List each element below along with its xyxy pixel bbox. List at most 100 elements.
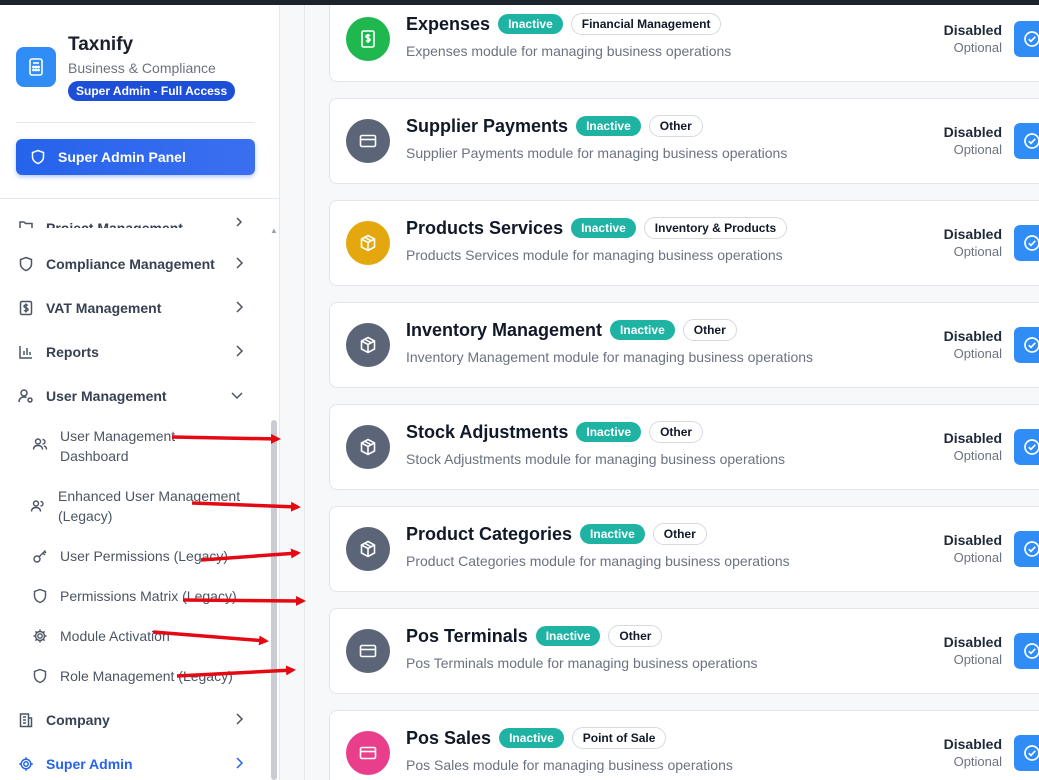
module-description: Inventory Management module for managing… [406,349,814,365]
status-text: Disabled [943,124,1002,140]
enable-module-button[interactable] [1014,633,1039,669]
module-status: Disabled Optional [920,123,1002,159]
key-icon [32,548,48,564]
status-badge: Inactive [610,320,675,340]
module-description: Pos Terminals module for managing busine… [406,655,758,671]
module-description: Expenses module for managing business op… [406,43,732,59]
sidebar-subitem-module-activation[interactable]: Module Activation [0,626,268,646]
enable-module-button[interactable] [1014,225,1039,261]
module-title: Supplier Payments [406,115,569,136]
sidebar-item-compliance-management[interactable]: Compliance Management [0,244,268,284]
status-text: Disabled [943,328,1002,344]
package-icon [346,425,390,469]
status-badge: Inactive [576,116,641,136]
requirement-text: Optional [953,550,1002,565]
enable-module-button[interactable] [1014,21,1039,57]
chevron-right-icon [234,344,244,361]
sidebar-scrollbar[interactable] [271,420,277,780]
dollar-icon [18,300,34,316]
module-description: Supplier Payments module for managing bu… [406,145,788,161]
status-text: Disabled [943,22,1002,38]
sidebar-item-reports[interactable]: Reports [0,332,268,372]
sidebar-subitem-label: User Management Dashboard [60,428,176,464]
module-card: Expenses Inactive Financial Management Expe… [329,0,1039,82]
check-circle-icon [1024,133,1039,149]
super-admin-panel-button[interactable]: Super Admin Panel [16,139,255,175]
enable-module-button[interactable] [1014,531,1039,567]
enable-module-button[interactable] [1014,327,1039,363]
sidebar-item-project-management[interactable]: Project Management [0,200,268,228]
requirement-text: Optional [953,40,1002,55]
status-badge: Inactive [576,422,642,442]
sidebar-subitem-role-management[interactable]: Role Management (Legacy) [0,666,268,686]
sidebar-item-super-admin[interactable]: Super Admin [0,744,268,780]
module-status: Disabled Optional [920,633,1002,669]
sidebar-item-company[interactable]: Company [0,700,268,740]
check-circle-icon [1024,337,1039,353]
requirement-text: Optional [953,244,1002,259]
module-card: Pos Sales Inactive Point of Sale Pos Sales … [329,710,1039,780]
enable-module-button[interactable] [1014,123,1039,159]
module-status: Disabled Optional [920,225,1002,261]
requirement-text: Optional [953,142,1002,157]
requirement-text: Optional [953,652,1002,667]
enable-module-button[interactable] [1014,429,1039,465]
sidebar-subitem-permissions-matrix[interactable]: Permissions Matrix (Legacy) [0,586,268,606]
module-status: Disabled Optional [920,735,1002,771]
chevron-right-icon [234,214,244,228]
module-card: Pos Terminals Inactive Other Pos Terminals … [329,608,1039,694]
gear-icon [32,628,48,644]
users-icon [30,498,46,514]
check-circle-icon [1024,541,1039,557]
credit-card-icon [346,731,390,775]
top-bar [0,0,1039,5]
sidebar-item-label: Project Management [46,220,183,228]
sidebar-item-label: VAT Management [46,300,162,316]
status-text: Disabled [943,226,1002,242]
sidebar-subitem-label: Role Management (Legacy) [60,668,233,684]
sidebar-subitem-enhanced-user-management[interactable]: Enhanced User Management (Legacy) [0,486,268,526]
module-title: Expenses [406,13,491,34]
gear-icon [18,756,34,772]
building-icon [18,712,34,728]
module-title: Inventory Management [406,319,603,340]
status-text: Disabled [943,634,1002,650]
sidebar-item-label: Compliance Management [46,256,215,272]
sidebar-subitem-label: Permissions Matrix (Legacy) [60,588,237,604]
sidebar-item-label: Reports [46,344,99,360]
module-description: Product Categories module for managing b… [406,553,790,569]
module-title: Stock Adjustments [406,421,569,442]
status-badge: Inactive [498,14,563,34]
chevron-right-icon [234,712,244,729]
check-circle-icon [1024,31,1039,47]
requirement-text: Optional [953,448,1002,463]
enable-module-button[interactable] [1014,735,1039,771]
module-title: Product Categories [406,523,573,544]
shield-icon [32,588,48,604]
app-subtitle: Business & Compliance [68,60,216,76]
category-badge: Other [648,115,703,137]
module-card: Product Categories Inactive Other Product C… [329,506,1039,592]
module-title: Products Services [406,217,564,238]
sidebar-item-user-management[interactable]: User Management [0,376,268,416]
shield-icon [32,668,48,684]
module-description: Stock Adjustments module for managing bu… [406,451,785,467]
calculator-icon [16,47,56,87]
chevron-right-icon [234,300,244,317]
credit-card-icon [346,629,390,673]
module-title: Pos Terminals [406,625,528,646]
sidebar-item-label: Company [46,712,110,728]
requirement-text: Optional [953,346,1002,361]
module-status: Disabled Optional [920,429,1002,465]
sidebar-item-vat-management[interactable]: VAT Management [0,288,268,328]
users-icon [32,436,48,452]
shield-icon [31,149,45,165]
category-badge: Point of Sale [571,727,667,749]
sidebar-subitem-user-management-dashboard[interactable]: User Management Dashboard [0,426,268,466]
scroll-up-arrow-icon[interactable]: ▲ [270,226,278,235]
folder-icon [18,218,34,228]
chevron-right-icon [234,256,244,273]
module-status: Disabled Optional [920,327,1002,363]
sidebar-subitem-user-permissions[interactable]: User Permissions (Legacy) [0,546,268,566]
check-circle-icon [1024,643,1039,659]
